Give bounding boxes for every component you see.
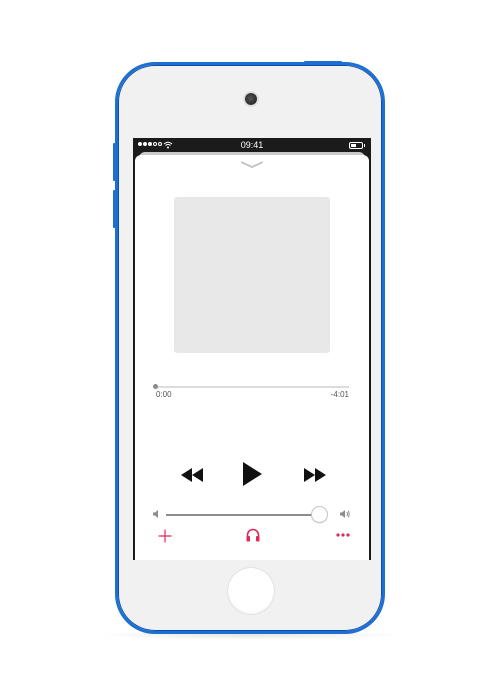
now-playing-sheet: 0:00 -4:01	[135, 155, 369, 560]
more-options-button[interactable]	[335, 531, 351, 539]
speaker-high-icon	[340, 510, 350, 518]
add-button[interactable]	[158, 529, 172, 543]
fast-forward-icon	[304, 468, 326, 482]
more-dots-icon	[336, 533, 350, 537]
plus-icon	[158, 529, 172, 543]
battery-icon	[349, 142, 365, 149]
status-time: 09:41	[240, 140, 264, 150]
volume-knob[interactable]	[311, 507, 327, 522]
progress-knob[interactable]	[153, 384, 158, 389]
fast-forward-button[interactable]	[301, 465, 329, 485]
remaining-time: -4:01	[330, 390, 349, 399]
stage: 09:41 0:00 -4:01	[0, 0, 500, 700]
progress-scrubber[interactable]	[153, 384, 349, 389]
home-button[interactable]	[228, 568, 274, 614]
status-bar: 09:41	[133, 138, 371, 153]
play-button[interactable]	[239, 459, 265, 489]
play-icon	[243, 462, 262, 486]
front-camera	[245, 93, 257, 105]
chevron-down-icon[interactable]	[240, 161, 264, 169]
album-artwork	[174, 197, 330, 353]
headphones-icon	[246, 528, 260, 542]
volume-fill	[166, 514, 320, 516]
rewind-button[interactable]	[178, 465, 206, 485]
elapsed-time: 0:00	[156, 390, 172, 399]
rewind-icon	[181, 468, 203, 482]
output-device-button[interactable]	[245, 527, 261, 543]
speaker-low-icon	[153, 510, 158, 518]
volume-slider[interactable]	[166, 507, 327, 522]
screen: 09:41 0:00 -4:01	[133, 138, 371, 560]
